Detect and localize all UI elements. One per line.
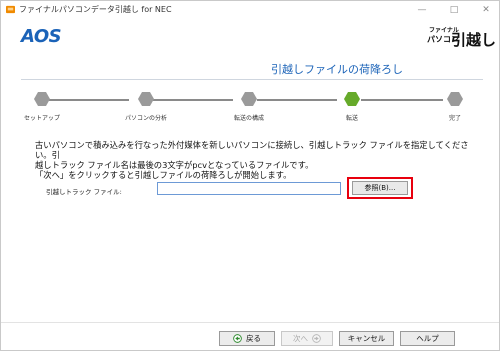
window-title: ファイナルパソコンデータ引越し for NEC: [19, 5, 172, 14]
instructions-line-1: 古いパソコンで積み込みを行なった外付媒体を新しいパソコンに接続し、引越しトラック…: [35, 140, 469, 160]
instructions-line-2: 越しトラック ファイル名は最後の3文字がpcvとなっているファイルです。: [35, 160, 314, 170]
title-bar: ファイナルパソコンデータ引越し for NEC — □ ✕: [1, 1, 499, 19]
step-label-config: 転送の構成: [233, 115, 265, 122]
back-button[interactable]: 戻る: [219, 331, 275, 346]
step-connector: [49, 99, 129, 101]
step-label-complete: 完了: [448, 115, 462, 122]
brand-logo: ファイナル パソコン 引越し: [427, 25, 496, 49]
progress-steps: セットアップ パソコンの分析 転送の構成 転送 完了: [1, 89, 500, 122]
header-divider: [21, 79, 483, 80]
step-node-config: [241, 92, 257, 106]
next-arrow-icon: [312, 334, 321, 343]
back-button-label: 戻る: [246, 334, 261, 343]
next-button-label: 次へ: [293, 334, 308, 343]
footer-divider: [1, 322, 499, 323]
brand-big-text: 引越し: [451, 31, 497, 49]
app-icon: [6, 5, 15, 14]
truck-file-label: 引越しトラック ファイル:: [46, 188, 122, 196]
step-node-analysis: [138, 92, 154, 106]
app-window: ファイナルパソコンデータ引越し for NEC — □ ✕ AOS ファイナル …: [0, 0, 500, 351]
step-label-transfer: 転送: [345, 115, 359, 122]
minimize-button[interactable]: —: [411, 1, 433, 19]
page-title: 引越しファイルの荷降ろし: [271, 63, 403, 76]
instructions-line-3: 「次へ」をクリックすると引越しファイルの荷降ろしが開始します。: [35, 170, 292, 180]
step-node-transfer: [344, 92, 360, 106]
step-connector: [257, 99, 337, 101]
minimize-icon: —: [417, 5, 427, 15]
back-arrow-icon: [233, 334, 242, 343]
maximize-button[interactable]: □: [443, 1, 465, 19]
browse-button[interactable]: 参照(B)...: [352, 181, 408, 195]
truck-file-input[interactable]: [157, 182, 341, 195]
step-node-complete: [447, 92, 463, 106]
instructions-text: 古いパソコンで積み込みを行なった外付媒体を新しいパソコンに接続し、引越しトラック…: [35, 140, 481, 180]
step-node-setup: [34, 92, 50, 106]
next-button[interactable]: 次へ: [281, 331, 333, 346]
step-connector: [153, 99, 233, 101]
step-label-setup: セットアップ: [23, 115, 61, 122]
step-label-analysis: パソコンの分析: [124, 115, 168, 122]
step-connector: [361, 99, 443, 101]
help-button[interactable]: ヘルプ: [400, 331, 455, 346]
close-button[interactable]: ✕: [475, 1, 497, 19]
close-icon: ✕: [482, 5, 490, 15]
maximize-icon: □: [449, 5, 459, 15]
aos-logo: AOS: [21, 26, 62, 47]
cancel-button[interactable]: キャンセル: [339, 331, 394, 346]
